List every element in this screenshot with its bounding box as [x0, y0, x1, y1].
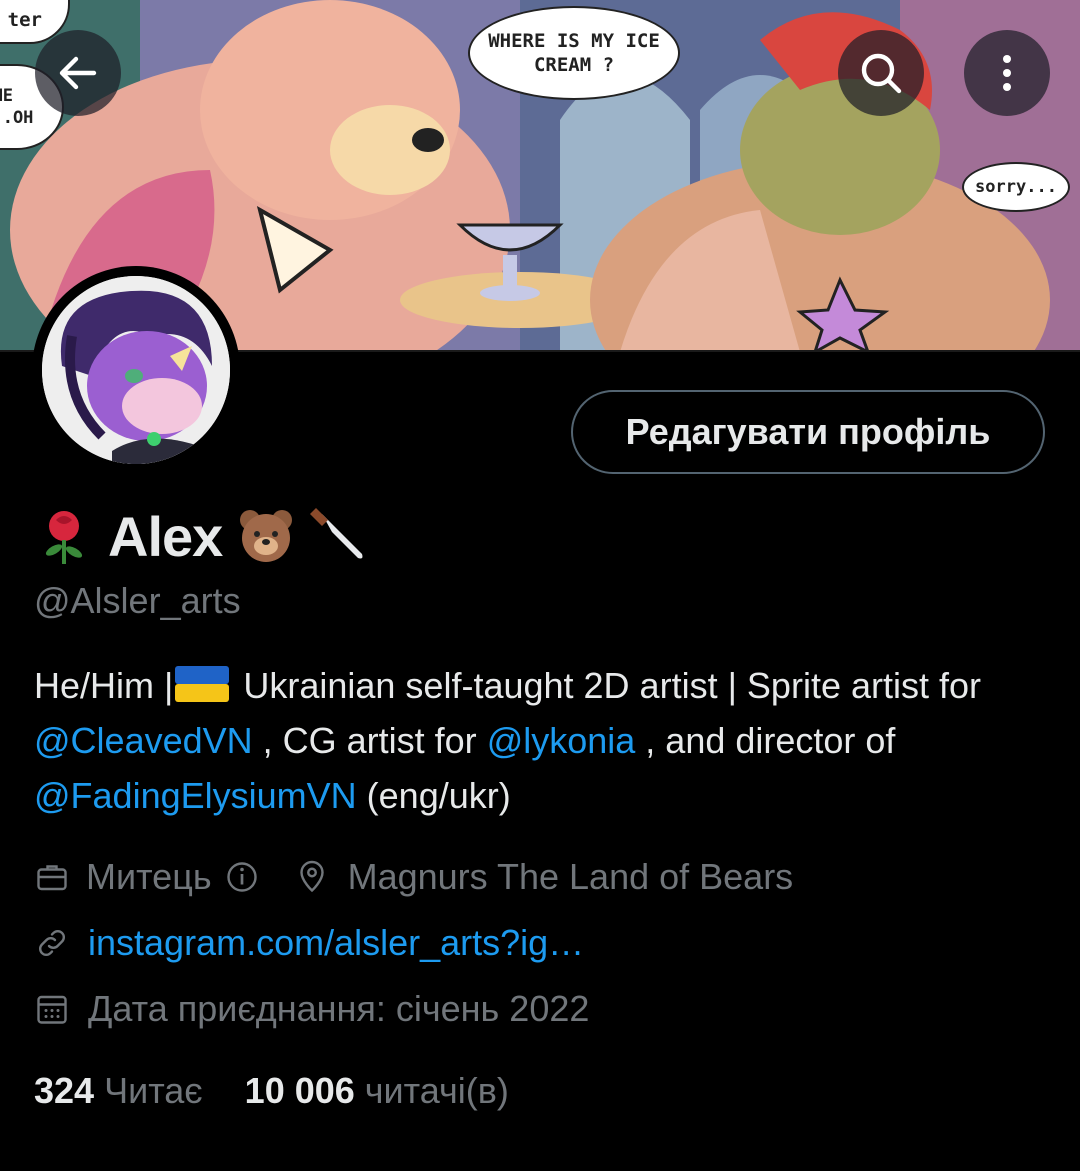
- profile-join-date: Дата приєднання: січень 2022: [88, 988, 590, 1029]
- display-name: Alex: [108, 504, 223, 568]
- bio-text: , and director of: [635, 720, 896, 761]
- follow-stats: 324 Читає 10 006 читачі(в): [34, 1070, 509, 1112]
- mention-link[interactable]: @lykonia: [487, 720, 636, 761]
- briefcase-icon: [37, 865, 67, 891]
- followers-label: читачі(в): [364, 1070, 509, 1111]
- avatar-image: [42, 276, 230, 464]
- speech-bubble-sorry-text: sorry...: [975, 177, 1057, 197]
- following-link[interactable]: 324 Читає: [34, 1070, 203, 1112]
- bio-text: (eng/ukr): [356, 775, 511, 816]
- mention-link[interactable]: @CleavedVN: [34, 720, 253, 761]
- search-icon: [861, 53, 902, 94]
- more-button[interactable]: [964, 30, 1050, 116]
- mention-link[interactable]: @FadingElysiumVN: [34, 775, 357, 816]
- profile-joined-row: Дата приєднання: січень 2022: [34, 988, 589, 1030]
- ukraine-flag-icon: [175, 666, 230, 702]
- edit-profile-label: Редагувати профіль: [625, 411, 991, 452]
- bio-text: He/Him |: [34, 665, 174, 706]
- bio-text: , CG artist for: [252, 720, 487, 761]
- knife-icon: [310, 508, 363, 559]
- profile-category: Митець: [86, 856, 212, 897]
- speech-bubble-where-text: WHERE IS MY ICE CREAM ?: [488, 30, 660, 76]
- following-count: 324: [34, 1070, 95, 1111]
- arrow-left-icon: [59, 56, 97, 90]
- back-button[interactable]: [35, 30, 121, 116]
- followers-link[interactable]: 10 006 читачі(в): [245, 1070, 509, 1112]
- location-pin-icon: [299, 860, 324, 893]
- info-icon[interactable]: [224, 859, 260, 895]
- more-vertical-icon: [1003, 55, 1011, 91]
- followers-count: 10 006: [244, 1070, 355, 1111]
- speech-bubble-sorry: sorry...: [962, 162, 1070, 212]
- calendar-icon: [37, 995, 67, 1024]
- profile-website-link[interactable]: instagram.com/alsler_arts?ig…: [88, 922, 584, 964]
- rose-icon: [45, 511, 83, 564]
- bear-face-icon: [240, 510, 293, 562]
- profile-meta-row: Митець Magnurs The Land of Bears: [34, 856, 793, 898]
- profile-bio: He/Him | Ukrainian self-taught 2D artist…: [34, 658, 1044, 823]
- profile-link-row: instagram.com/alsler_arts?ig…: [34, 922, 584, 964]
- speech-bubble-left-top-text: ter: [7, 9, 42, 31]
- following-label: Читає: [104, 1070, 203, 1111]
- username-handle: @Alsler_arts: [34, 580, 241, 621]
- link-icon: [39, 930, 65, 956]
- avatar[interactable]: [32, 266, 240, 474]
- profile-location: Magnurs The Land of Bears: [347, 856, 794, 897]
- search-button[interactable]: [838, 30, 924, 116]
- speech-bubble-where: WHERE IS MY ICE CREAM ?: [468, 6, 680, 100]
- edit-profile-button[interactable]: Редагувати профіль: [571, 390, 1045, 474]
- bio-text: Ukrainian self-taught 2D artist | Sprite…: [233, 665, 981, 706]
- display-name-row: Alex: [34, 500, 370, 572]
